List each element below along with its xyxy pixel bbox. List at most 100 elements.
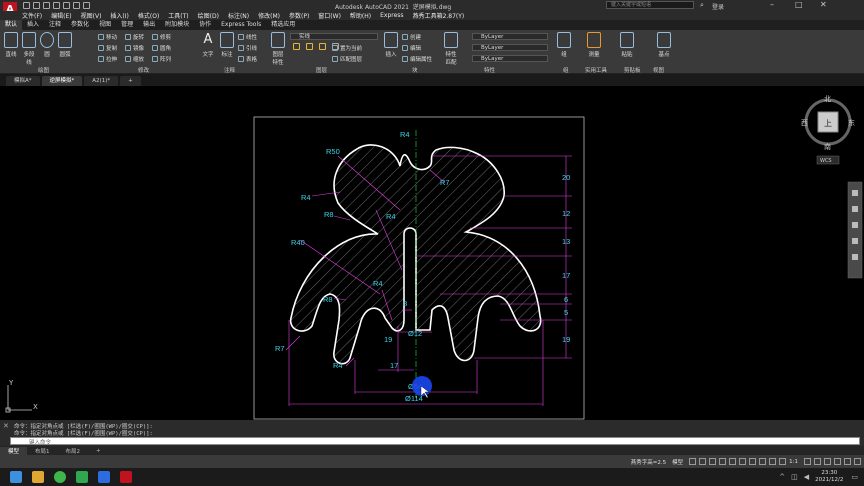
tab-express-tools[interactable]: Express Tools bbox=[216, 20, 266, 30]
text-style-status[interactable]: 燕秀字高=2.5 bbox=[631, 458, 666, 466]
polar-icon[interactable] bbox=[719, 458, 727, 465]
pan-icon[interactable] bbox=[852, 206, 858, 212]
print-icon[interactable] bbox=[63, 2, 70, 9]
layout-tab-model[interactable]: 模型 bbox=[0, 446, 28, 455]
menu-edit[interactable]: 编辑(E) bbox=[51, 11, 71, 20]
dimension-tool[interactable]: 标注 bbox=[219, 32, 235, 58]
menu-dimension[interactable]: 标注(N) bbox=[228, 11, 249, 20]
customize-menu-icon[interactable] bbox=[854, 458, 861, 465]
tab-default[interactable]: 默认 bbox=[0, 20, 23, 30]
otrack-icon[interactable] bbox=[739, 458, 747, 465]
grid-icon[interactable] bbox=[689, 458, 697, 465]
layer-on-icon[interactable] bbox=[293, 43, 300, 50]
saveas-icon[interactable] bbox=[53, 2, 60, 9]
maximize-button[interactable]: □ bbox=[795, 0, 803, 9]
menu-format[interactable]: 格式(O) bbox=[138, 11, 159, 20]
circle-tool[interactable]: 圆 bbox=[39, 32, 55, 58]
drawing-canvas[interactable]: R4 R50 R7 R4 R8 R4 R40 R8 R4 R7 R4 20 12… bbox=[0, 86, 864, 420]
menu-tools[interactable]: 工具(T) bbox=[168, 11, 188, 20]
model-space-button[interactable]: 模型 bbox=[672, 458, 683, 466]
viewcube-top-label[interactable]: 上 bbox=[824, 119, 832, 128]
color-dropdown[interactable]: ByLayer bbox=[472, 33, 548, 40]
settings-gear-icon[interactable] bbox=[804, 458, 811, 465]
set-current-tool[interactable]: 置为当前 bbox=[332, 44, 362, 52]
search-input[interactable]: 键入关键字或短语 bbox=[606, 1, 694, 9]
menu-draw[interactable]: 绘图(D) bbox=[198, 11, 219, 20]
match-properties-tool[interactable]: 特性匹配 bbox=[443, 32, 459, 66]
stretch-tool[interactable]: 拉伸 bbox=[98, 55, 117, 63]
layer-lock-icon[interactable] bbox=[319, 43, 326, 50]
linetype-dropdown[interactable]: ByLayer bbox=[472, 44, 548, 51]
text-tool[interactable]: A 文字 bbox=[200, 32, 216, 58]
array-tool[interactable]: 阵列 bbox=[152, 55, 171, 63]
match-layer-tool[interactable]: 匹配图层 bbox=[332, 55, 362, 63]
volume-icon[interactable]: ◀ bbox=[804, 473, 809, 481]
chrome-icon[interactable] bbox=[54, 471, 66, 483]
tab-insert[interactable]: 插入 bbox=[22, 20, 44, 30]
redo-icon[interactable] bbox=[83, 2, 90, 9]
annotation-visibility-icon[interactable] bbox=[779, 458, 787, 465]
doc-tab-3[interactable]: A2(1)* bbox=[84, 76, 119, 86]
windows-start-icon[interactable] bbox=[10, 471, 22, 483]
notification-icon[interactable]: ▭ bbox=[851, 473, 858, 481]
save-icon[interactable] bbox=[43, 2, 50, 9]
polyline-tool[interactable]: 多段线 bbox=[21, 32, 37, 66]
arc-tool[interactable]: 圆弧 bbox=[57, 32, 73, 58]
menu-view[interactable]: 视图(V) bbox=[81, 11, 102, 20]
line-tool[interactable]: 直线 bbox=[3, 32, 19, 58]
tab-view[interactable]: 视图 bbox=[94, 20, 116, 30]
compass-west[interactable]: 西 bbox=[801, 119, 808, 127]
tab-collaborate[interactable]: 协作 bbox=[194, 20, 216, 30]
command-input-field[interactable]: 键入命令 bbox=[10, 437, 860, 446]
move-tool[interactable]: 移动 bbox=[98, 33, 117, 41]
compass-south[interactable]: 南 bbox=[824, 142, 831, 151]
new-icon[interactable] bbox=[23, 2, 30, 9]
navigation-bar[interactable] bbox=[847, 181, 863, 279]
layer-dropdown[interactable]: 实线 bbox=[290, 33, 378, 40]
menu-help[interactable]: 帮助(H) bbox=[350, 11, 371, 20]
insert-block-tool[interactable]: 插入 bbox=[383, 32, 399, 58]
tab-parametric[interactable]: 参数化 bbox=[66, 20, 94, 30]
wechat-icon[interactable] bbox=[76, 471, 88, 483]
clock[interactable]: 23:30 2021/12/2 bbox=[815, 470, 843, 484]
table-tool[interactable]: 表格 bbox=[238, 55, 257, 63]
basepoint-tool[interactable]: 基点 bbox=[656, 32, 672, 58]
menu-file[interactable]: 文件(F) bbox=[22, 11, 42, 20]
menu-yanxiu[interactable]: 燕秀工具箱2.87(Y) bbox=[413, 11, 465, 20]
login-button[interactable]: 登录 bbox=[712, 2, 724, 11]
layout-tab-2[interactable]: 布局2 bbox=[58, 447, 89, 455]
menu-modify[interactable]: 修改(M) bbox=[258, 11, 280, 20]
search-icon[interactable]: ⌕ bbox=[700, 1, 704, 10]
tab-addins[interactable]: 附加模块 bbox=[160, 20, 194, 30]
edit-block-tool[interactable]: 编辑 bbox=[402, 44, 421, 52]
transparency-icon[interactable] bbox=[759, 458, 767, 465]
undo-icon[interactable] bbox=[73, 2, 80, 9]
network-icon[interactable]: ◫ bbox=[791, 473, 798, 481]
compass-north[interactable]: 北 bbox=[824, 95, 831, 103]
trim-tool[interactable]: 修剪 bbox=[152, 33, 171, 41]
leader-tool[interactable]: 引线 bbox=[238, 44, 257, 52]
isolate-icon[interactable] bbox=[834, 458, 841, 465]
workspace-icon[interactable] bbox=[824, 458, 831, 465]
zoom-icon[interactable] bbox=[852, 222, 858, 228]
command-input[interactable]: 键入命令 bbox=[29, 438, 51, 446]
selection-cycling-icon[interactable] bbox=[769, 458, 777, 465]
showmotion-icon[interactable] bbox=[852, 254, 858, 260]
lineweight-dropdown[interactable]: ByLayer bbox=[472, 55, 548, 62]
system-tray-arrow-icon[interactable]: ^ bbox=[779, 473, 785, 481]
scale-tool[interactable]: 缩放 bbox=[125, 55, 144, 63]
tab-featured-apps[interactable]: 精选应用 bbox=[266, 20, 300, 30]
minimize-button[interactable]: – bbox=[770, 0, 774, 9]
paste-tool[interactable]: 粘贴 bbox=[619, 32, 635, 58]
doc-tab-1[interactable]: 模拟A* bbox=[6, 76, 40, 86]
doc-tab-2[interactable]: 逆屏模拟* bbox=[41, 76, 83, 86]
ortho-icon[interactable] bbox=[709, 458, 717, 465]
snap-icon[interactable] bbox=[699, 458, 707, 465]
rotate-tool[interactable]: 旋转 bbox=[125, 33, 144, 41]
menu-express[interactable]: Express bbox=[380, 12, 403, 19]
edit-attributes-tool[interactable]: 编辑属性 bbox=[402, 55, 432, 63]
menu-window[interactable]: 窗口(W) bbox=[318, 11, 341, 20]
browser-icon[interactable] bbox=[98, 471, 110, 483]
layer-freeze-icon[interactable] bbox=[306, 43, 313, 50]
steering-wheel-icon[interactable] bbox=[852, 190, 858, 196]
